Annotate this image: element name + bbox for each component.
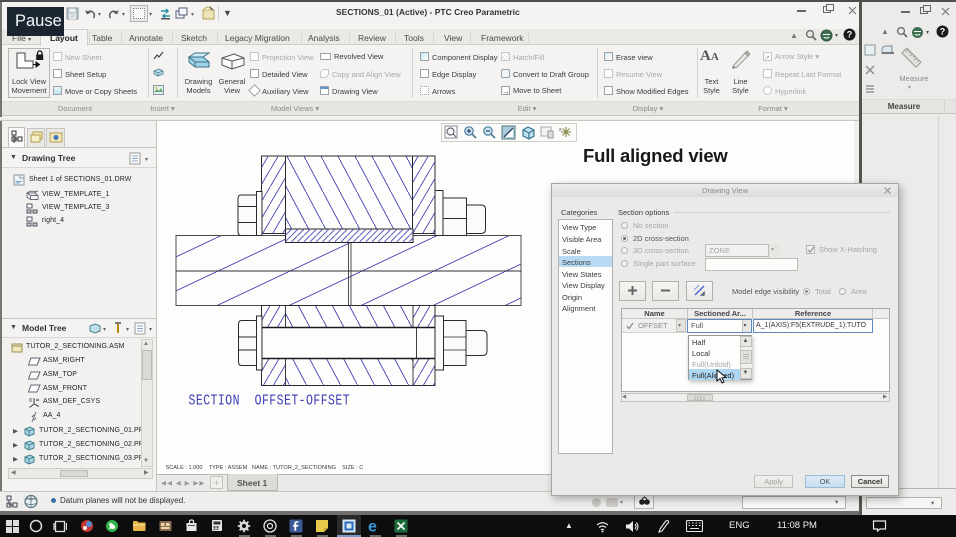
svg-text:?: ? <box>940 27 946 37</box>
svg-text:e: e <box>368 519 377 535</box>
svg-text:?: ? <box>847 30 853 40</box>
svg-text:SECTION OFFSET-OFFSET: SECTION OFFSET-OFFSET <box>189 393 351 410</box>
svg-text:SCALE : 1.000 TYPE : ASSEM: SCALE : 1.000 TYPE : ASSEM NAME : TUTOR_… <box>166 465 364 471</box>
